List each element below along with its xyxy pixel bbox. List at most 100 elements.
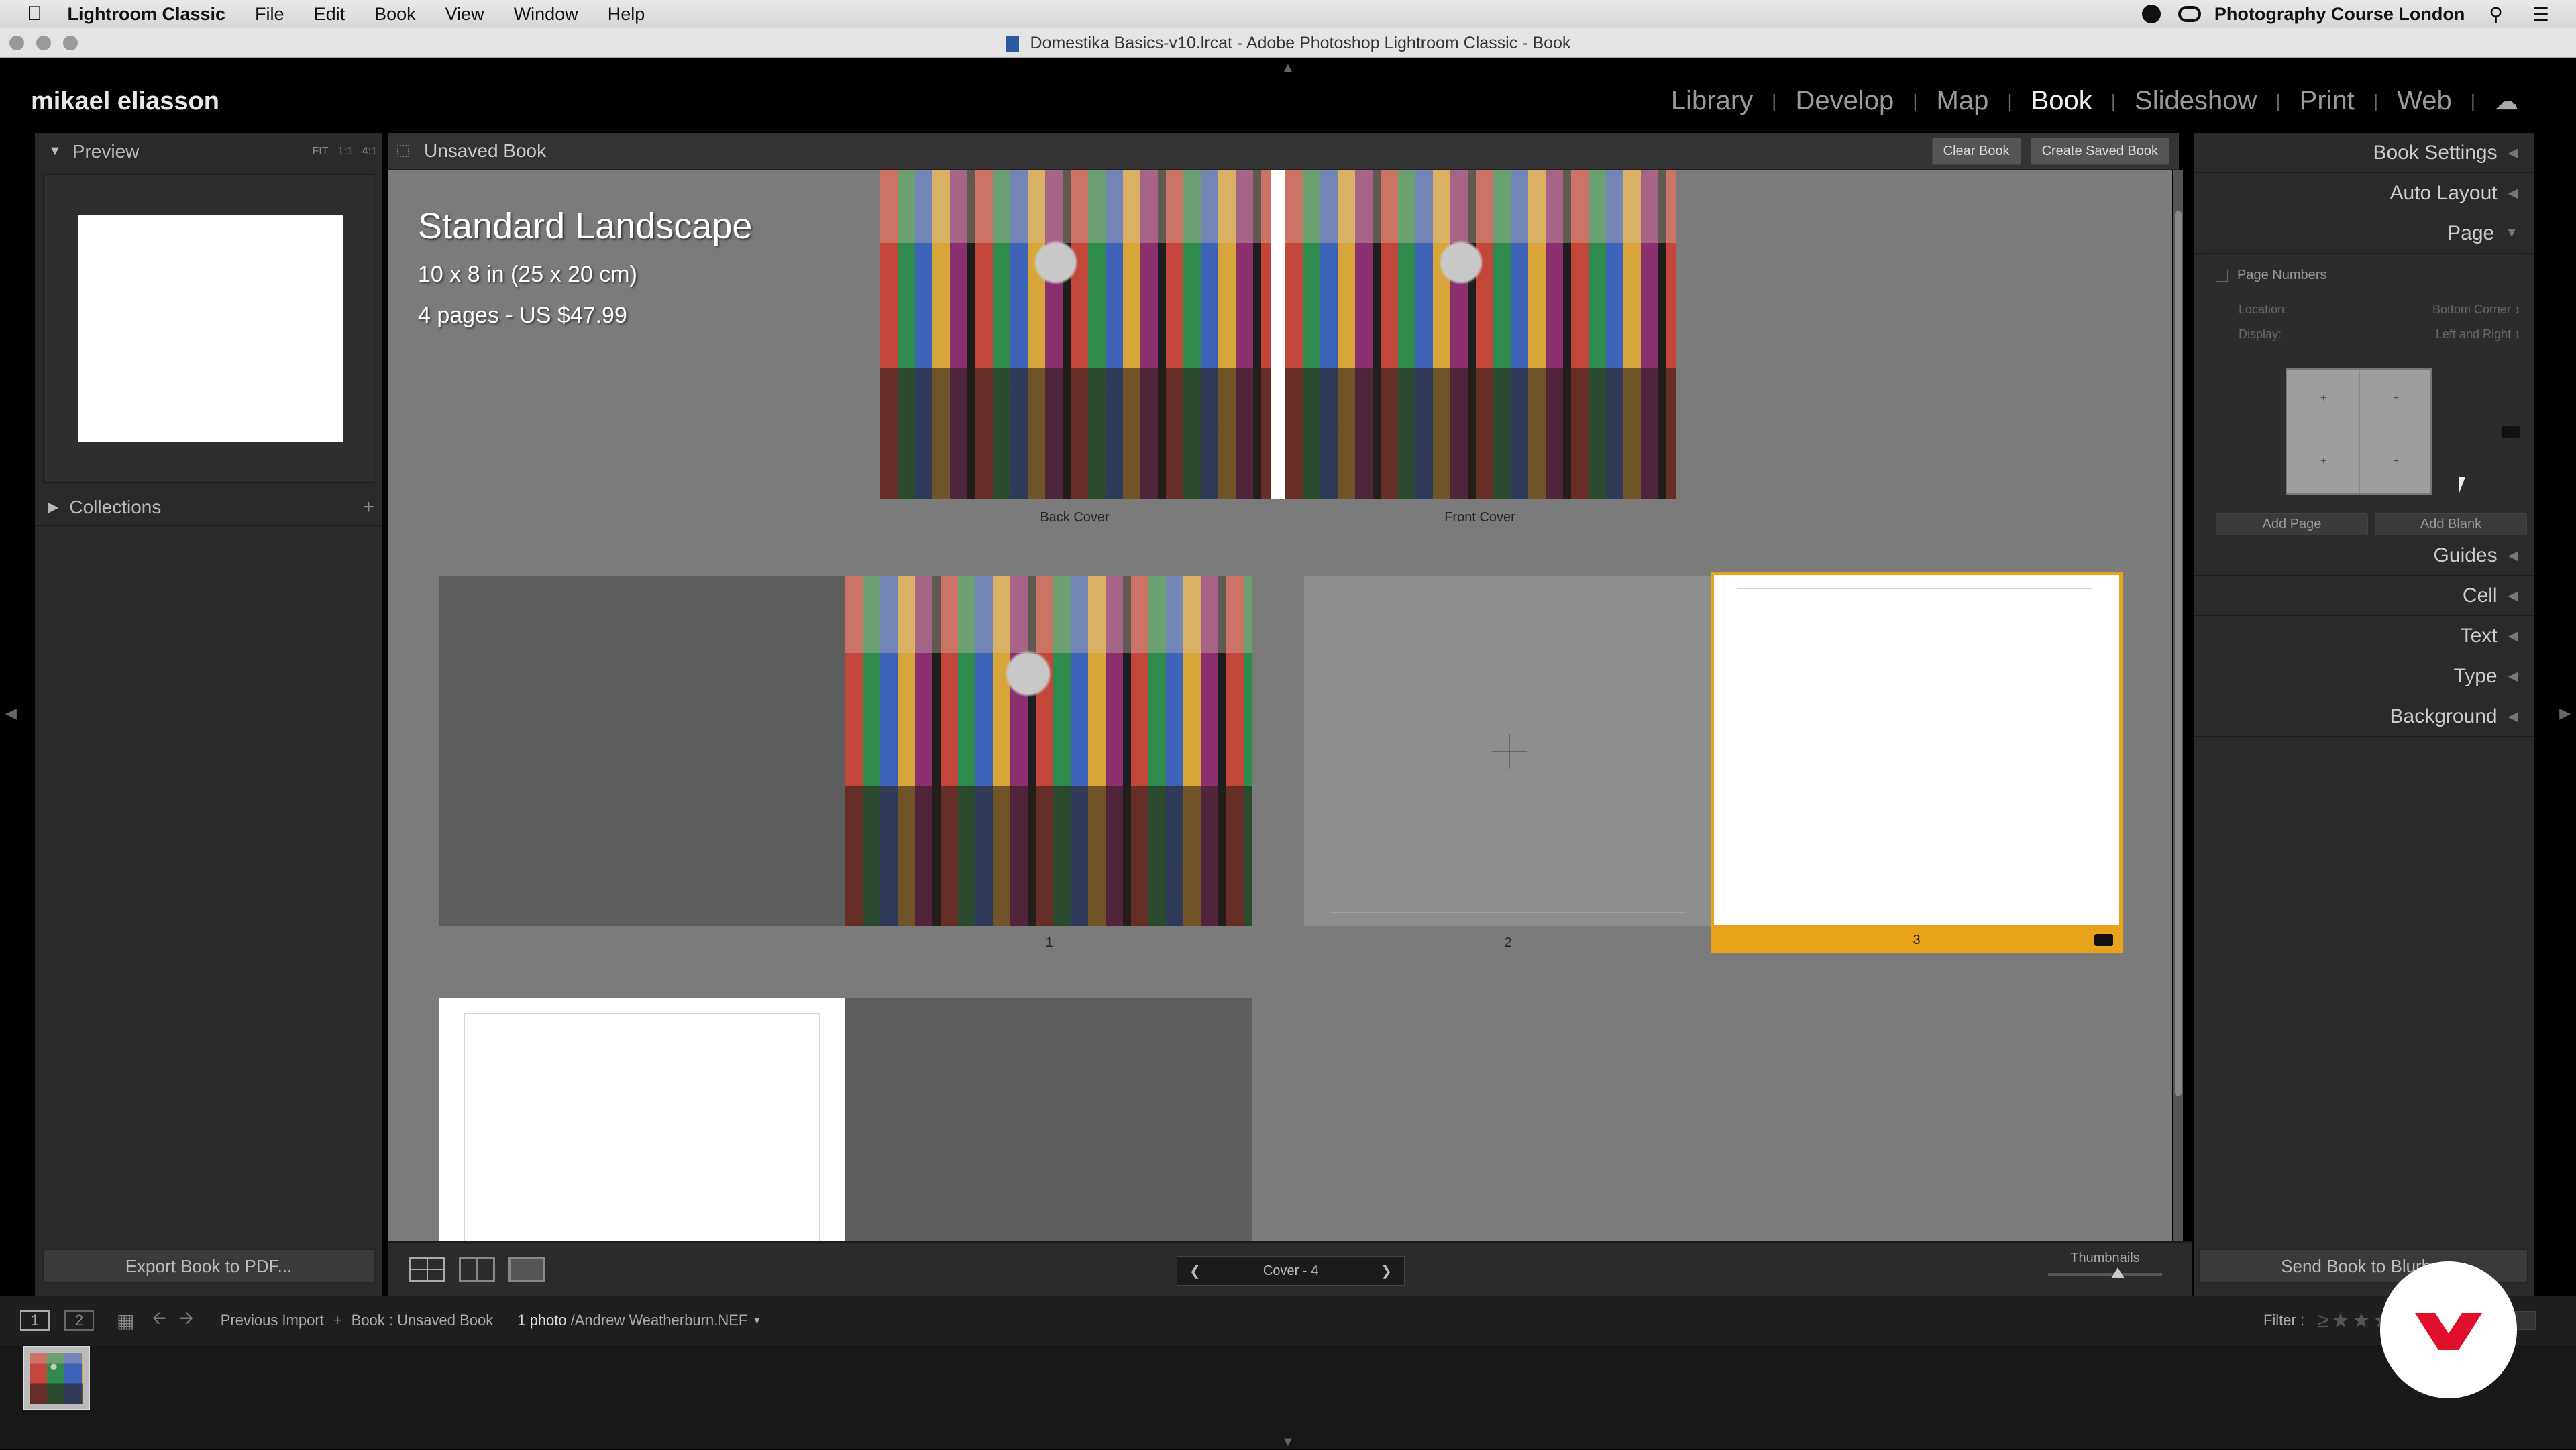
menu-file[interactable]: File	[255, 4, 284, 25]
menu-bar:  Lightroom Classic File Edit Book View …	[0, 0, 2576, 28]
book-settings-header[interactable]: Book Settings ◀	[2194, 133, 2534, 173]
collapse-filmstrip-icon[interactable]: ▼	[1281, 1435, 1295, 1450]
left-panel: ▼ Preview FIT 1:1 4:1 ▶ Collections + Ex…	[35, 133, 382, 1296]
menu-help[interactable]: Help	[608, 4, 645, 25]
page-indicator: Cover - 4	[1263, 1263, 1319, 1278]
page-4[interactable]	[439, 998, 845, 1241]
collapse-left-icon: ◀	[2508, 629, 2518, 643]
window-title: Domestika Basics-v10.lrcat - Adobe Photo…	[1030, 34, 1571, 52]
page-2[interactable]	[1304, 576, 1712, 926]
apple-icon[interactable]: 	[27, 3, 42, 25]
control-center-icon[interactable]: ☰	[2532, 3, 2549, 25]
zoom-1-1[interactable]: 1:1	[338, 146, 353, 158]
next-page-icon[interactable]: ❯	[1381, 1263, 1392, 1280]
back-arrow-icon[interactable]: 🡨	[152, 1306, 166, 1335]
add-collection-icon[interactable]: +	[362, 496, 374, 519]
background-header[interactable]: Background ◀	[2194, 696, 2534, 737]
export-book-pdf-button[interactable]: Export Book to PDF...	[43, 1249, 374, 1283]
module-library[interactable]: Library	[1671, 86, 1753, 116]
page-3-selected[interactable]	[1711, 572, 2123, 929]
source-path[interactable]: Book : Unsaved Book	[352, 1312, 494, 1329]
add-icon: +	[333, 1312, 342, 1329]
previous-import-link[interactable]: Previous Import	[221, 1312, 324, 1329]
page-1-label: 1	[1045, 935, 1053, 950]
minimize-window-button[interactable]	[36, 36, 51, 50]
module-web[interactable]: Web	[2397, 86, 2452, 116]
multi-page-view-icon[interactable]	[409, 1257, 445, 1282]
create-saved-book-button[interactable]: Create Saved Book	[2030, 137, 2169, 165]
forward-arrow-icon[interactable]: 🡪	[180, 1306, 194, 1335]
module-print[interactable]: Print	[2300, 86, 2355, 116]
zoom-window-button[interactable]	[63, 36, 78, 50]
record-icon[interactable]	[2141, 5, 2161, 23]
spread-view-icon[interactable]	[459, 1257, 495, 1282]
menubar-status-text[interactable]: Photography Course London	[2214, 4, 2465, 25]
module-slideshow[interactable]: Slideshow	[2135, 86, 2257, 116]
page-1-photo[interactable]	[845, 576, 1252, 926]
page-options-dropdown-icon[interactable]	[2094, 934, 2113, 946]
preview-header[interactable]: ▼ Preview FIT 1:1 4:1	[35, 133, 382, 170]
domestika-mark-icon	[2415, 1313, 2482, 1350]
add-blank-button[interactable]: Add Blank	[2375, 513, 2527, 535]
page-header[interactable]: Page ▼	[2194, 213, 2534, 254]
previous-page-icon[interactable]: ❮	[1189, 1263, 1201, 1280]
module-develop[interactable]: Develop	[1795, 86, 1894, 116]
window-title-bar: Domestika Basics-v10.lrcat - Adobe Photo…	[0, 28, 2576, 58]
back-cover-photo[interactable]	[880, 170, 1271, 499]
thumbnails-slider[interactable]	[2048, 1267, 2162, 1278]
collections-header[interactable]: ▶ Collections +	[35, 488, 382, 526]
menu-edit[interactable]: Edit	[314, 4, 345, 25]
book-pages-price: 4 pages - US $47.99	[418, 303, 627, 328]
auto-layout-header[interactable]: Auto Layout ◀	[2194, 173, 2534, 213]
display-label: Display:	[2239, 327, 2282, 341]
canvas-scrollbar[interactable]	[2174, 170, 2183, 1241]
identity-plate: mikael eliasson	[31, 87, 219, 115]
template-picker-dropdown-icon[interactable]	[2502, 426, 2520, 438]
back-cover-label: Back Cover	[1040, 510, 1110, 525]
text-header[interactable]: Text ◀	[2194, 616, 2534, 656]
photo-count: 1 photo	[517, 1312, 567, 1329]
grid-view-icon[interactable]: ▦	[117, 1310, 134, 1332]
menu-book[interactable]: Book	[374, 4, 416, 25]
photo-filename[interactable]: /Andrew Weatherburn.NEF	[571, 1312, 748, 1329]
menu-view[interactable]: View	[445, 4, 484, 25]
type-header[interactable]: Type ◀	[2194, 656, 2534, 696]
page-numbers-checkbox[interactable]	[2216, 269, 2228, 282]
disclosure-right-icon: ▶	[48, 500, 59, 515]
preview-page-thumbnail	[78, 215, 343, 442]
page-template-preview[interactable]: + + + +	[2286, 368, 2432, 495]
display-select[interactable]: Left and Right ↕	[2436, 327, 2520, 342]
menu-window[interactable]: Window	[514, 4, 578, 25]
clear-book-button[interactable]: Clear Book	[1931, 137, 2021, 165]
cell-header[interactable]: Cell ◀	[2194, 576, 2534, 616]
collapse-right-panel-icon[interactable]: ▶	[2559, 705, 2571, 722]
add-page-button[interactable]: Add Page	[2216, 513, 2368, 535]
disclosure-down-icon: ▼	[48, 144, 62, 158]
thumbnails-slider-thumb[interactable]	[2111, 1267, 2125, 1278]
filmstrip-thumbnail[interactable]	[23, 1346, 90, 1410]
collapse-top-panel-icon[interactable]: ▲	[1281, 60, 1295, 76]
location-select[interactable]: Bottom Corner ↕	[2432, 303, 2520, 317]
filename-dropdown-icon[interactable]: ▾	[754, 1314, 759, 1327]
collapse-left-panel-icon[interactable]: ◀	[5, 705, 17, 722]
domestika-logo	[2380, 1261, 2517, 1398]
display-1-button[interactable]: 1	[20, 1310, 50, 1331]
expanded-down-icon: ▼	[2505, 225, 2518, 240]
app-menu[interactable]: Lightroom Classic	[68, 4, 226, 25]
module-map[interactable]: Map	[1937, 86, 1989, 116]
front-cover-photo[interactable]	[1285, 170, 1676, 499]
module-book[interactable]: Book	[2031, 86, 2092, 116]
spotlight-icon[interactable]: ⚲	[2489, 3, 2503, 25]
guides-header[interactable]: Guides ◀	[2194, 535, 2534, 576]
display-2-button[interactable]: 2	[64, 1310, 94, 1331]
zoom-fit[interactable]: FIT	[313, 146, 329, 158]
book-format-title: Standard Landscape	[418, 206, 753, 246]
book-toolbar: ❮ Cover - 4 ❯ Thumbnails	[388, 1241, 2192, 1296]
mouse-cursor-icon	[2459, 477, 2465, 495]
creative-cloud-icon[interactable]	[2178, 6, 2201, 22]
single-page-view-icon[interactable]	[508, 1257, 545, 1282]
book-name[interactable]: Unsaved Book	[424, 140, 546, 162]
close-window-button[interactable]	[9, 36, 24, 50]
cloud-sync-icon[interactable]: ☁	[2494, 87, 2518, 115]
zoom-4-1[interactable]: 4:1	[362, 146, 377, 158]
